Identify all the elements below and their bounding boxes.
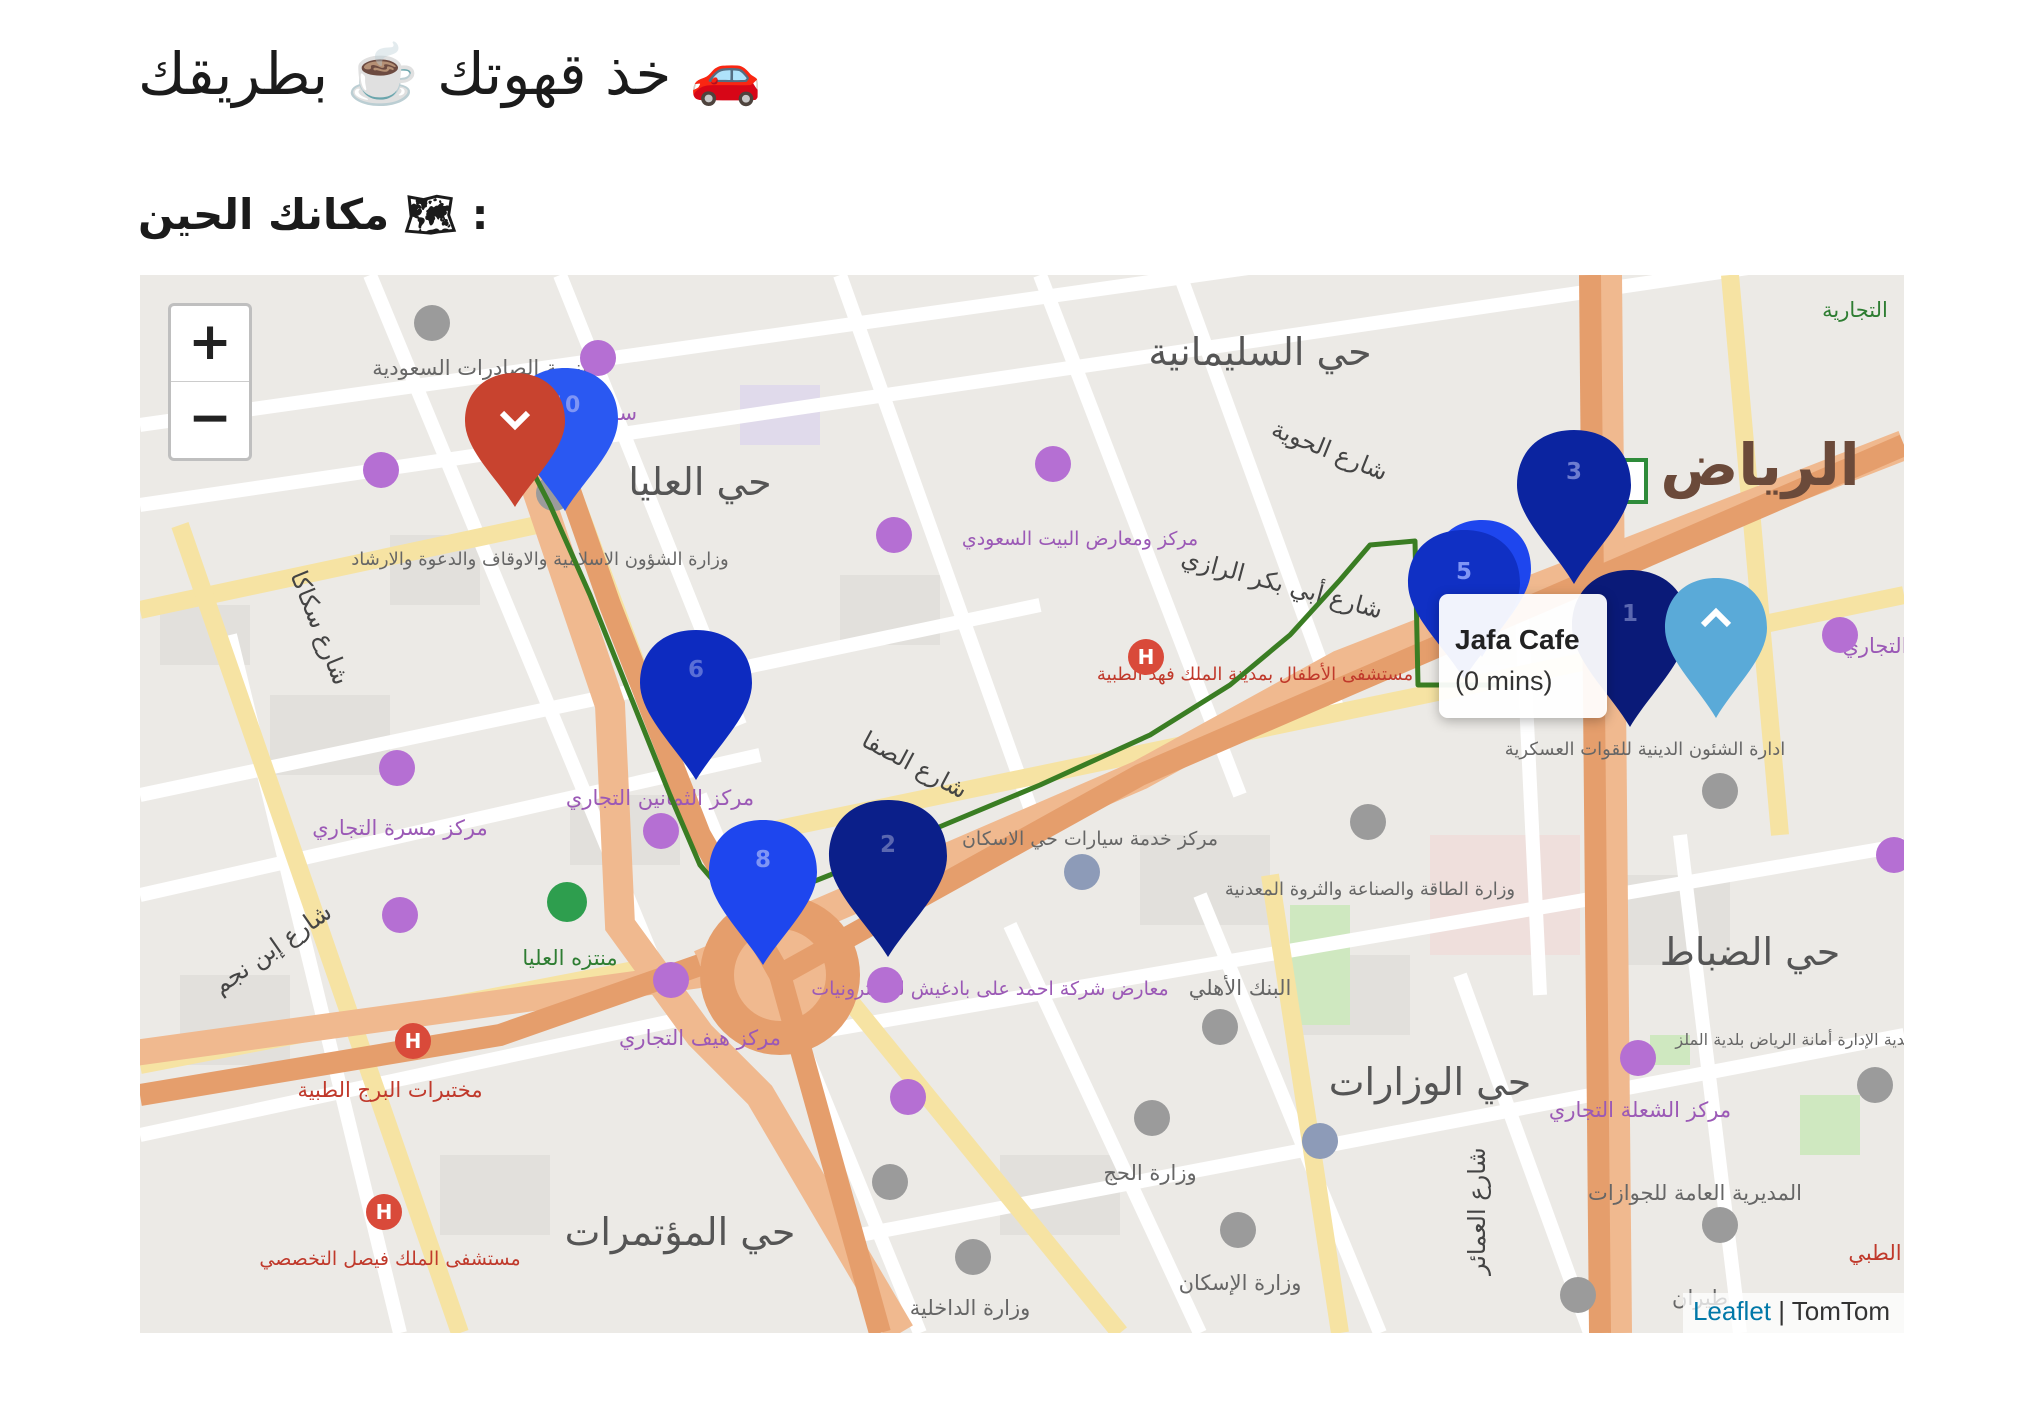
shopping-cart-icon [867, 967, 903, 1003]
government-building-icon [1220, 1212, 1256, 1248]
map-label-olaya-park: منتزه العليا [522, 946, 617, 970]
government-building-icon [872, 1164, 908, 1200]
government-building-icon [1857, 1067, 1893, 1103]
attribution-separator: | [1771, 1296, 1792, 1326]
svg-text:8: 8 [755, 847, 771, 873]
government-building-icon [1350, 804, 1386, 840]
map-label-hajj: وزارة الحج [1103, 1161, 1196, 1185]
zoom-out-button[interactable]: − [171, 382, 249, 457]
housing-icon [1064, 854, 1100, 890]
svg-text:5: 5 [1456, 559, 1472, 585]
shopping-cart-icon [876, 517, 912, 553]
shopping-cart-icon [580, 340, 616, 376]
housing-icon [1302, 1123, 1338, 1159]
government-building-icon [1702, 773, 1738, 809]
map-label-passports: المديرية العامة للجوازات [1588, 1181, 1802, 1205]
government-building-icon [414, 305, 450, 341]
map-label-tibbi: الطبي [1848, 1241, 1901, 1265]
map-label-islamic-affairs: وزارة الشؤون الاسلامية والاوقاف والدعوة … [351, 549, 728, 570]
map-tiles[interactable]: حي السليمانية حي العليا حي الضباط حي الو… [140, 275, 1904, 1333]
map-label-faisal-hosp: مستشفى الملك فيصل التخصصي [259, 1248, 520, 1270]
svg-text:H: H [405, 1029, 422, 1053]
map-attribution: Leaflet | TomTom [1682, 1293, 1904, 1333]
government-building-icon [1202, 1009, 1238, 1045]
map-label-masarrah: مركز مسرة التجاري [312, 816, 487, 840]
zoom-control: + − [168, 303, 252, 461]
map-label-thumaniyin: مركز الثمانين التجاري [566, 786, 754, 810]
map-label-housing: وزارة الإسكان [1179, 1271, 1302, 1295]
shopping-cart-icon [1822, 617, 1858, 653]
svg-text:1: 1 [1622, 601, 1638, 627]
shopping-cart-icon [1620, 1040, 1656, 1076]
map-label-interior: وزارة الداخلية [910, 1296, 1031, 1320]
map-label-religious-affairs: ادارة الشئون الدينية للقوات العسكرية [1505, 739, 1786, 760]
government-building-icon [955, 1239, 991, 1275]
shopping-cart-icon [363, 452, 399, 488]
popup-duration: (0 mins) [1455, 666, 1553, 696]
map-label-burj-labs: مختبرات البرج الطبية [297, 1078, 482, 1103]
svg-text:6: 6 [688, 657, 704, 683]
svg-text:2: 2 [880, 832, 896, 858]
svg-text:H: H [376, 1200, 393, 1224]
government-building-icon [1560, 1277, 1596, 1313]
map-section-heading: مكانك الحين 🗺 : [138, 190, 489, 239]
map-label-energy-ministry: وزارة الطاقة والصناعة والثروة المعدنية [1225, 879, 1515, 900]
map-label-shuala: مركز الشعلة التجاري [1549, 1098, 1731, 1122]
map-label-ahmad-ali: معارض شركة احمد على بادغيش للالكترونيات [811, 978, 1168, 1000]
shopping-cart-icon [653, 962, 689, 998]
page-title: خذ قهوتك ☕️ بطريقك 🚗 [138, 40, 763, 108]
map-label-olaya: حي العليا [628, 460, 771, 504]
park-icon [547, 882, 587, 922]
map-label-car-service: مركز خدمة سيارات حي الاسكان [962, 828, 1218, 850]
shopping-cart-icon [382, 897, 418, 933]
map-label-dhubbat: حي الضباط [1660, 930, 1841, 974]
map-label-riyadh: الرياض [1660, 431, 1859, 500]
map-label-ammar-st: شارع العمائر [1463, 1147, 1491, 1276]
government-building-icon [1702, 1207, 1738, 1243]
cafe-popup[interactable]: Jafa Cafe (0 mins) [1439, 594, 1607, 718]
zoom-in-button[interactable]: + [171, 306, 249, 382]
svg-text:H: H [1138, 645, 1155, 669]
map-container[interactable]: حي السليمانية حي العليا حي الضباط حي الو… [140, 275, 1904, 1333]
popup-cafe-name: Jafa Cafe [1455, 624, 1580, 655]
shopping-cart-icon [379, 750, 415, 786]
map-label-malaz-municipality: البلدية الإدارة أمانة الرياض بلدية الملز [1674, 1029, 1904, 1050]
svg-text:3: 3 [1566, 459, 1582, 485]
shopping-cart-icon [1035, 446, 1071, 482]
shopping-cart-icon [890, 1079, 926, 1115]
shopping-cart-icon [643, 813, 679, 849]
map-label-commercial-top: التجارية [1822, 298, 1888, 322]
map-label-mutamarat: حي المؤتمرات [565, 1210, 796, 1255]
map-label-sulaimaniyah: حي السليمانية [1148, 330, 1371, 374]
map-label-haif: مركز هيف التجاري [619, 1026, 781, 1050]
map-label-ahli-bank: البنك الأهلي [1189, 975, 1292, 1000]
government-building-icon [1134, 1100, 1170, 1136]
map-label-wizarat: حي الوزارات [1329, 1060, 1532, 1105]
attribution-provider: TomTom [1791, 1296, 1890, 1326]
map-label-bayt-saudi: مركز ومعارض البيت السعودي [962, 528, 1198, 550]
leaflet-link[interactable]: Leaflet [1693, 1296, 1771, 1326]
